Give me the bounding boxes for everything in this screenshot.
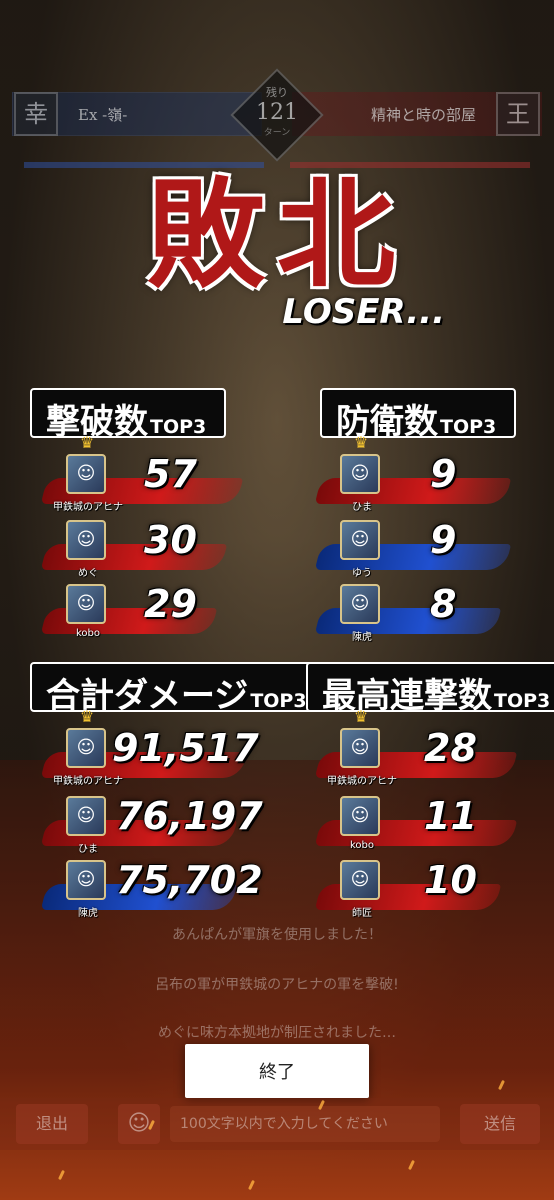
- combo-header: 最高連撃数 TOP3: [306, 662, 554, 716]
- avatar: ☺: [340, 796, 380, 836]
- defense-header: 防衛数 TOP3: [320, 388, 517, 442]
- crown-icon: ♛: [353, 707, 369, 726]
- crown-icon: ♛: [79, 707, 95, 726]
- chat-message-input[interactable]: [170, 1106, 440, 1142]
- player-name: ひま: [78, 844, 98, 855]
- player-value: 28: [424, 726, 477, 770]
- smile-icon[interactable]: ☺: [118, 1104, 160, 1144]
- player-value: 10: [424, 858, 477, 902]
- avatar: ☺: [66, 728, 106, 768]
- avatar: ☺: [66, 454, 106, 494]
- defense-header-top3: TOP3: [440, 416, 497, 438]
- defense-rank-3: ☺ 陳虎 8: [314, 582, 518, 648]
- kills-rank-1: ♛ ☺ 甲鉄城のアヒナ 57: [40, 435, 244, 518]
- kills-header-label: 撃破数: [46, 402, 148, 442]
- player-value: 9: [430, 518, 457, 562]
- combo-rank-2: ☺ kobo 11: [314, 794, 528, 860]
- crown-icon: ♛: [79, 433, 95, 452]
- avatar: ☺: [66, 520, 106, 560]
- left-team-emblem-icon: 幸: [14, 92, 58, 136]
- avatar: ☺: [340, 728, 380, 768]
- player-value: 8: [430, 582, 457, 626]
- turn-value: 121: [256, 100, 298, 125]
- damage-header-label: 合計ダメージ: [46, 676, 249, 716]
- player-name: 師匠: [352, 908, 372, 919]
- damage-rank-1: ♛ ☺ 甲鉄城のアヒナ 91,517: [40, 709, 294, 792]
- crown-icon: ♛: [353, 433, 369, 452]
- player-value: 11: [424, 794, 477, 838]
- damage-header-top3: TOP3: [250, 690, 307, 712]
- defense-rank-2: ☺ ゆう 9: [314, 518, 518, 584]
- avatar: ☺: [340, 520, 380, 560]
- damage-rank-2: ☺ ひま 76,197: [40, 794, 294, 860]
- player-value: 76,197: [116, 794, 263, 838]
- turn-label: 残り: [266, 86, 288, 99]
- player-value: 75,702: [116, 858, 263, 902]
- combo-rank-1: ♛ ☺ 甲鉄城のアヒナ 28: [314, 709, 528, 792]
- avatar: ☺: [340, 584, 380, 624]
- damage-rank-3: ☺ 陳虎 75,702: [40, 858, 294, 924]
- avatar: ☺: [66, 860, 106, 900]
- kills-rank-2: ☺ めぐ 30: [40, 518, 244, 584]
- player-name: 甲鉄城のアヒナ: [53, 502, 123, 513]
- chat-log-line: あんぱんが軍旗を使用しました！: [172, 927, 382, 943]
- kills-header-top3: TOP3: [150, 416, 207, 438]
- avatar: ☺: [66, 796, 106, 836]
- player-value: 9: [430, 452, 457, 496]
- player-name: 甲鉄城のアヒナ: [327, 776, 397, 787]
- chat-log-line: めぐに味方本拠地が制圧されました…: [158, 1025, 396, 1041]
- player-name: kobo: [75, 628, 101, 639]
- player-value: 57: [144, 452, 197, 496]
- left-team-name: Ex -嶺-: [78, 106, 128, 124]
- defense-rank-1: ♛ ☺ ひま 9: [314, 435, 518, 518]
- player-value: 91,517: [112, 726, 259, 770]
- battle-top-bar: 幸 王 Ex -嶺- 精神と時の部屋 残り 121 ターン: [0, 68, 554, 162]
- retreat-button[interactable]: 退出: [16, 1104, 88, 1144]
- kills-rank-3: ☺ kobo 29: [40, 582, 244, 648]
- avatar: ☺: [66, 584, 106, 624]
- right-team-name: 精神と時の部屋: [370, 106, 476, 124]
- player-name: 甲鉄城のアヒナ: [53, 776, 123, 787]
- player-name: ゆう: [352, 568, 372, 579]
- result-title: 敗北: [146, 165, 407, 304]
- player-value: 29: [144, 582, 197, 626]
- turn-counter: 残り 121 ターン: [244, 84, 310, 138]
- kills-header: 撃破数 TOP3: [30, 388, 227, 442]
- player-value: 30: [144, 518, 197, 562]
- player-name: めぐ: [78, 568, 98, 579]
- end-button[interactable]: 終了: [185, 1044, 369, 1098]
- turn-unit: ターン: [263, 128, 291, 138]
- send-button[interactable]: 送信: [460, 1104, 540, 1144]
- damage-header: 合計ダメージ TOP3: [30, 662, 327, 716]
- player-name: 陳虎: [78, 908, 98, 919]
- player-name: 陳虎: [352, 632, 372, 643]
- combo-header-top3: TOP3: [494, 690, 551, 712]
- player-name: kobo: [349, 840, 375, 851]
- player-name: ひま: [352, 502, 372, 513]
- defense-header-label: 防衛数: [336, 402, 438, 442]
- chat-log-line: 呂布の軍が甲鉄城のアヒナの軍を撃破!: [155, 977, 399, 993]
- combo-rank-3: ☺ 師匠 10: [314, 858, 528, 924]
- avatar: ☺: [340, 860, 380, 900]
- right-team-emblem-icon: 王: [496, 92, 540, 136]
- combo-header-label: 最高連撃数: [322, 676, 492, 716]
- result-subtitle: LOSER...: [282, 292, 445, 332]
- avatar: ☺: [340, 454, 380, 494]
